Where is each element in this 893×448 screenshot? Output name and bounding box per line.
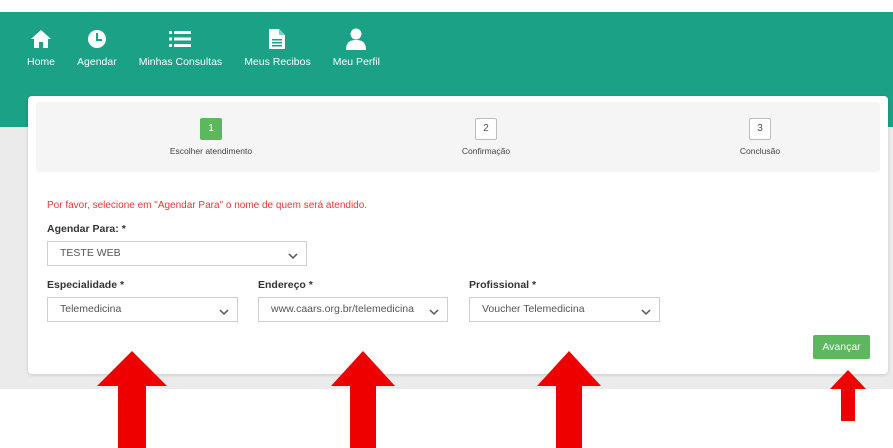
document-icon [266, 28, 288, 50]
agendar-para-select[interactable]: TESTE WEB [47, 241, 307, 266]
nav-label: Minhas Consultas [138, 56, 223, 68]
agendar-para-value: TESTE WEB [60, 247, 121, 259]
profissional-select[interactable]: Voucher Telemedicina [469, 297, 660, 322]
nav-label: Meu Perfil [332, 56, 380, 68]
especialidade-select[interactable]: Telemedicina [47, 297, 238, 322]
step-label: Conclusão [739, 146, 781, 156]
nav-item-minhas-consultas[interactable]: Minhas Consultas [139, 28, 222, 74]
chevron-down-icon [288, 247, 298, 260]
chevron-down-icon [641, 303, 651, 316]
step-label: Escolher atendimento [169, 146, 253, 156]
step-number: 2 [475, 118, 497, 140]
avancar-button[interactable]: Avançar [813, 335, 870, 359]
especialidade-label: Especialidade * [47, 279, 125, 291]
list-icon [169, 28, 192, 50]
step-label: Confirmação [461, 146, 511, 156]
nav-label: Meus Recibos [244, 56, 311, 68]
endereco-select[interactable]: www.caars.org.br/telemedicina [258, 297, 448, 322]
chevron-down-icon [429, 303, 439, 316]
step-number: 3 [749, 118, 771, 140]
nav-label: Agendar [77, 56, 117, 68]
red-arrow-up-icon [537, 351, 601, 448]
nav-item-meu-perfil[interactable]: Meu Perfil [333, 28, 380, 74]
step-2: 2 Confirmação [416, 118, 556, 156]
main-nav: Home Agendar Minhas Consultas Meus Recib… [27, 28, 402, 74]
red-arrow-up-icon [331, 351, 395, 448]
profissional-label: Profissional * [469, 279, 537, 291]
red-arrow-up-icon [97, 351, 167, 448]
step-number: 1 [200, 118, 222, 140]
scheduling-card: 1 Escolher atendimento 2 Confirmação 3 C… [28, 96, 888, 374]
step-1: 1 Escolher atendimento [141, 118, 281, 156]
agendar-para-label: Agendar Para: * [47, 223, 126, 235]
stepper: 1 Escolher atendimento 2 Confirmação 3 C… [36, 102, 880, 172]
nav-item-home[interactable]: Home [27, 28, 55, 74]
nav-item-meus-recibos[interactable]: Meus Recibos [244, 28, 311, 74]
clock-icon [86, 28, 108, 50]
nav-item-agendar[interactable]: Agendar [77, 28, 117, 74]
step-3: 3 Conclusão [690, 118, 830, 156]
notice-text: Por favor, selecione em "Agendar Para" o… [47, 200, 368, 211]
profissional-value: Voucher Telemedicina [482, 303, 585, 315]
nav-label: Home [27, 56, 56, 68]
home-icon [30, 28, 52, 50]
endereco-value: www.caars.org.br/telemedicina [271, 303, 414, 315]
chevron-down-icon [219, 303, 229, 316]
especialidade-value: Telemedicina [60, 303, 122, 315]
user-icon [345, 28, 367, 50]
red-arrow-up-icon [830, 370, 866, 421]
endereco-label: Endereço * [258, 279, 313, 291]
page: Home Agendar Minhas Consultas Meus Recib… [0, 0, 893, 448]
